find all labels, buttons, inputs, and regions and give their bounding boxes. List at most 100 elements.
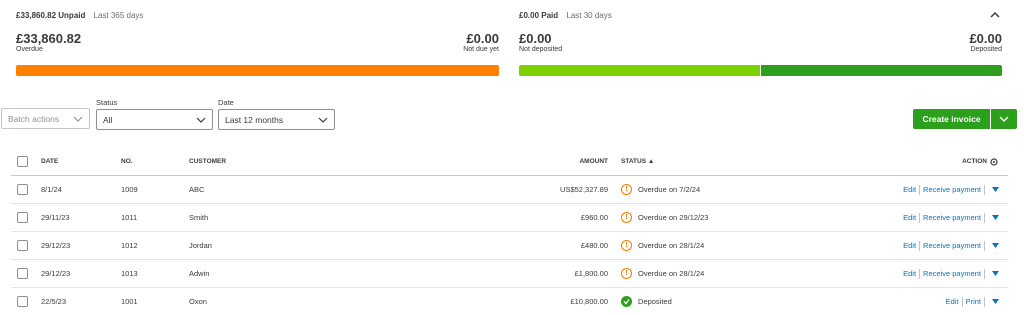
paid-total: £0.00 Paid: [519, 11, 559, 20]
create-invoice-group: Create invoice: [913, 109, 1017, 129]
caret-down-icon[interactable]: [992, 242, 999, 249]
table-row[interactable]: 29/12/23 1013 Adwin £1,800.00 ! Overdue …: [11, 260, 1008, 288]
overdue-label: Overdue: [16, 46, 43, 53]
edit-link[interactable]: Edit: [903, 241, 916, 250]
receive-payment-link[interactable]: Receive payment: [923, 213, 981, 222]
unpaid-summary: £33,860.82 Unpaid Last 365 days £33,860.…: [16, 0, 499, 80]
deposited-amount: £0.00: [969, 31, 1002, 46]
deposited-bar[interactable]: [761, 65, 1002, 76]
caret-down-icon[interactable]: [992, 186, 999, 193]
action-separator: [984, 184, 985, 195]
row-status: ! Overdue on 28/1/24: [621, 260, 704, 287]
chevron-down-icon: [999, 116, 1009, 122]
caret-down-icon[interactable]: [992, 270, 999, 277]
row-checkbox[interactable]: [17, 212, 28, 223]
receive-payment-link[interactable]: Receive payment: [923, 269, 981, 278]
row-status-text: Overdue on 28/1/24: [638, 241, 705, 250]
create-invoice-dropdown[interactable]: [991, 109, 1017, 129]
row-amount: £10,800.00: [570, 297, 608, 306]
chevron-down-icon: [73, 116, 83, 122]
create-invoice-button[interactable]: Create invoice: [913, 109, 990, 129]
status-filter-select[interactable]: All: [96, 109, 213, 130]
row-status: Deposited: [621, 288, 672, 315]
status-filter-value: All: [103, 114, 113, 125]
edit-link[interactable]: Edit: [903, 213, 916, 222]
gear-icon[interactable]: [989, 157, 999, 167]
row-date: 29/12/23: [41, 269, 71, 278]
caret-down-icon[interactable]: [992, 214, 999, 221]
action-separator: [919, 240, 921, 251]
row-status-text: Overdue on 7/2/24: [638, 185, 701, 194]
table-row[interactable]: 29/11/23 1011 Smith £960.00 ! Overdue on…: [11, 204, 1008, 232]
header-no[interactable]: NO.: [121, 148, 133, 175]
print-link[interactable]: Print: [966, 297, 981, 306]
row-date: 29/12/23: [41, 241, 71, 250]
action-separator: [919, 268, 921, 279]
row-actions: Edit Receive payment: [903, 232, 999, 259]
date-filter-select[interactable]: Last 12 months: [218, 109, 335, 130]
header-date[interactable]: DATE: [41, 148, 58, 175]
row-amount: £960.00: [580, 213, 608, 222]
edit-link[interactable]: Edit: [946, 297, 959, 306]
not-due-label: Not due yet: [463, 46, 499, 53]
row-date: 29/11/23: [41, 213, 70, 222]
row-number: 1013: [121, 269, 138, 278]
edit-link[interactable]: Edit: [903, 269, 916, 278]
row-customer: ABC: [189, 185, 205, 194]
row-customer: Jordan: [189, 241, 212, 250]
unpaid-period: Last 365 days: [93, 11, 144, 20]
row-checkbox[interactable]: [17, 296, 28, 307]
action-separator: [984, 240, 985, 251]
not-due-amount: £0.00: [466, 31, 499, 46]
select-all-checkbox[interactable]: [17, 156, 28, 167]
row-checkbox[interactable]: [17, 268, 28, 279]
row-date: 8/1/24: [41, 185, 62, 194]
batch-actions-dropdown[interactable]: Batch actions: [1, 108, 90, 129]
row-status: ! Overdue on 7/2/24: [621, 176, 700, 203]
row-date: 22/5/23: [41, 297, 67, 306]
action-separator: [984, 296, 985, 307]
row-status-text: Overdue on 28/1/24: [638, 269, 705, 278]
action-separator: [919, 184, 921, 195]
overdue-bar[interactable]: [16, 65, 499, 76]
warning-icon: !: [621, 268, 632, 279]
batch-actions-label: Batch actions: [8, 113, 60, 124]
row-status: ! Overdue on 29/12/23: [621, 204, 708, 231]
receive-payment-link[interactable]: Receive payment: [923, 185, 981, 194]
not-deposited-amount: £0.00: [519, 31, 552, 46]
row-actions: Edit Receive payment: [903, 260, 999, 287]
action-separator: [919, 212, 921, 223]
row-customer: Adwin: [189, 269, 210, 278]
action-separator: [984, 268, 985, 279]
header-status[interactable]: STATUS ▲: [621, 148, 654, 175]
chevron-up-icon[interactable]: [988, 8, 1002, 22]
chevron-down-icon: [196, 117, 206, 123]
caret-down-icon[interactable]: [992, 298, 999, 305]
not-deposited-label: Not deposited: [519, 46, 563, 53]
table-row[interactable]: 8/1/24 1009 ABC US$52,327.89 ! Overdue o…: [11, 176, 1008, 204]
paid-summary: £0.00 Paid Last 30 days £0.00 Not deposi…: [519, 0, 1002, 80]
header-action: ACTION: [962, 148, 999, 175]
row-amount: US$52,327.89: [560, 185, 608, 194]
not-deposited-bar[interactable]: [519, 65, 760, 76]
row-number: 1001: [121, 297, 138, 306]
invoice-table: DATE NO. CUSTOMER AMOUNT STATUS ▲ ACTION…: [11, 148, 1008, 315]
row-actions: Edit Print: [946, 288, 999, 315]
edit-link[interactable]: Edit: [903, 185, 916, 194]
warning-icon: !: [621, 184, 632, 195]
table-row[interactable]: 29/12/23 1012 Jordan £480.00 ! Overdue o…: [11, 232, 1008, 260]
unpaid-total: £33,860.82 Unpaid: [16, 11, 86, 20]
chevron-down-icon: [318, 117, 328, 123]
table-row[interactable]: 22/5/23 1001 Oxon £10,800.00 Deposited E…: [11, 288, 1008, 315]
table-header: DATE NO. CUSTOMER AMOUNT STATUS ▲ ACTION: [11, 148, 1008, 176]
paid-header: £0.00 Paid Last 30 days: [519, 11, 612, 20]
header-action-label: ACTION: [962, 158, 987, 165]
receive-payment-link[interactable]: Receive payment: [923, 241, 981, 250]
row-checkbox[interactable]: [17, 184, 28, 195]
header-customer[interactable]: CUSTOMER: [189, 148, 226, 175]
row-amount: £480.00: [580, 241, 608, 250]
row-customer: Smith: [189, 213, 209, 222]
row-actions: Edit Receive payment: [903, 204, 999, 231]
header-amount[interactable]: AMOUNT: [579, 148, 608, 175]
row-checkbox[interactable]: [17, 240, 28, 251]
